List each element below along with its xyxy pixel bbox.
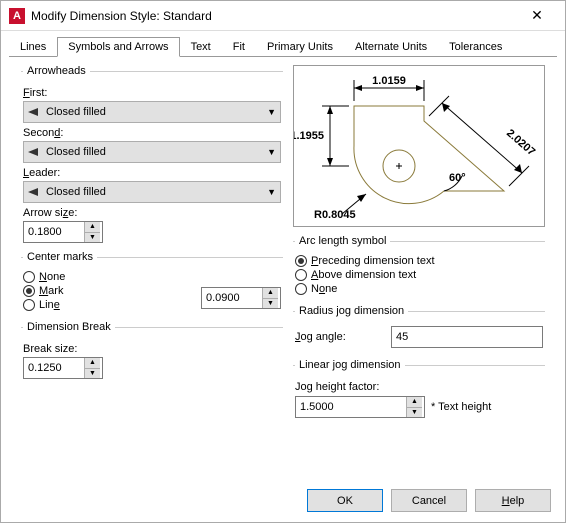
center-marks-legend: Center marks — [23, 251, 97, 263]
center-marks-group: Center marks None Mark Line ▲▼ — [21, 251, 283, 317]
radius-jog-group: Radius jog dimension Jog angle: — [293, 305, 545, 355]
tab-fit[interactable]: Fit — [222, 37, 256, 57]
closed-filled-icon — [28, 188, 40, 196]
arc-length-group: Arc length symbol Preceding dimension te… — [293, 235, 545, 301]
jog-angle-input[interactable] — [391, 326, 543, 348]
linear-jog-group: Linear jog dimension Jog height factor: … — [293, 359, 545, 425]
svg-text:R0.8045: R0.8045 — [314, 209, 356, 221]
center-line-radio[interactable]: Line — [23, 299, 201, 311]
leader-label: Leader: — [23, 167, 281, 179]
spin-down[interactable]: ▼ — [263, 299, 278, 309]
break-size-label: Break size: — [23, 343, 281, 355]
second-label: Second: — [23, 127, 281, 139]
spin-down[interactable]: ▼ — [407, 408, 422, 418]
first-value: Closed filled — [46, 106, 106, 118]
tab-alternate-units[interactable]: Alternate Units — [344, 37, 438, 57]
radius-jog-legend: Radius jog dimension — [295, 305, 408, 317]
ok-button[interactable]: OK — [307, 489, 383, 512]
center-mark-size-spinner[interactable]: ▲▼ — [201, 287, 281, 309]
help-button[interactable]: Help — [475, 489, 551, 512]
spin-down[interactable]: ▼ — [85, 369, 100, 379]
dimension-break-legend: Dimension Break — [23, 321, 115, 333]
first-label: First: — [23, 87, 281, 99]
center-mark-radio[interactable]: Mark — [23, 285, 201, 297]
second-arrowhead-combo[interactable]: Closed filled ▼ — [23, 141, 281, 163]
svg-text:1.1955: 1.1955 — [294, 130, 324, 142]
tab-lines[interactable]: Lines — [9, 37, 57, 57]
spin-up[interactable]: ▲ — [85, 358, 100, 369]
jog-angle-label: Jog angle: — [295, 331, 385, 343]
jog-height-input[interactable] — [296, 397, 406, 417]
leader-value: Closed filled — [46, 186, 106, 198]
tab-tolerances[interactable]: Tolerances — [438, 37, 513, 57]
close-button[interactable]: ✕ — [517, 2, 557, 30]
break-size-input[interactable] — [24, 358, 84, 378]
spin-up[interactable]: ▲ — [263, 288, 278, 299]
linear-jog-legend: Linear jog dimension — [295, 359, 405, 371]
tab-symbols-arrows[interactable]: Symbols and Arrows — [57, 37, 179, 57]
center-mark-size-input[interactable] — [202, 288, 262, 308]
tab-primary-units[interactable]: Primary Units — [256, 37, 344, 57]
cancel-button[interactable]: Cancel — [391, 489, 467, 512]
chevron-down-icon: ▼ — [267, 187, 276, 197]
center-none-radio[interactable]: None — [23, 271, 201, 283]
second-value: Closed filled — [46, 146, 106, 158]
closed-filled-icon — [28, 108, 40, 116]
svg-text:2.0207: 2.0207 — [504, 127, 537, 158]
leader-arrowhead-combo[interactable]: Closed filled ▼ — [23, 181, 281, 203]
spin-up[interactable]: ▲ — [85, 222, 100, 233]
arc-preceding-radio[interactable]: Preceding dimension text — [295, 255, 543, 267]
arrowheads-legend: Arrowheads — [23, 65, 90, 77]
jog-height-label: Jog height factor: — [295, 381, 543, 393]
dimension-preview: 1.0159 1.1955 2.0207 60° R0.8045 — [293, 65, 545, 227]
arc-none-radio[interactable]: None — [295, 283, 543, 295]
dimension-break-group: Dimension Break Break size: ▲▼ — [21, 321, 283, 383]
jog-height-spinner[interactable]: ▲▼ — [295, 396, 425, 418]
chevron-down-icon: ▼ — [267, 107, 276, 117]
chevron-down-icon: ▼ — [267, 147, 276, 157]
arrow-size-spinner[interactable]: ▲▼ — [23, 221, 103, 243]
svg-text:60°: 60° — [449, 172, 466, 184]
break-size-spinner[interactable]: ▲▼ — [23, 357, 103, 379]
window-title: Modify Dimension Style: Standard — [31, 9, 517, 23]
jog-height-suffix: * Text height — [431, 401, 491, 413]
spin-down[interactable]: ▼ — [85, 233, 100, 243]
app-icon: A — [9, 8, 25, 24]
tab-text[interactable]: Text — [180, 37, 222, 57]
spin-up[interactable]: ▲ — [407, 397, 422, 408]
svg-text:1.0159: 1.0159 — [372, 75, 406, 87]
tab-strip: Lines Symbols and Arrows Text Fit Primar… — [1, 31, 565, 57]
arc-above-radio[interactable]: Above dimension text — [295, 269, 543, 281]
arc-length-legend: Arc length symbol — [295, 235, 390, 247]
arrow-size-input[interactable] — [24, 222, 84, 242]
closed-filled-icon — [28, 148, 40, 156]
first-arrowhead-combo[interactable]: Closed filled ▼ — [23, 101, 281, 123]
arrow-size-label: Arrow size: — [23, 207, 281, 219]
arrowheads-group: Arrowheads First: Closed filled ▼ Second… — [21, 65, 283, 247]
